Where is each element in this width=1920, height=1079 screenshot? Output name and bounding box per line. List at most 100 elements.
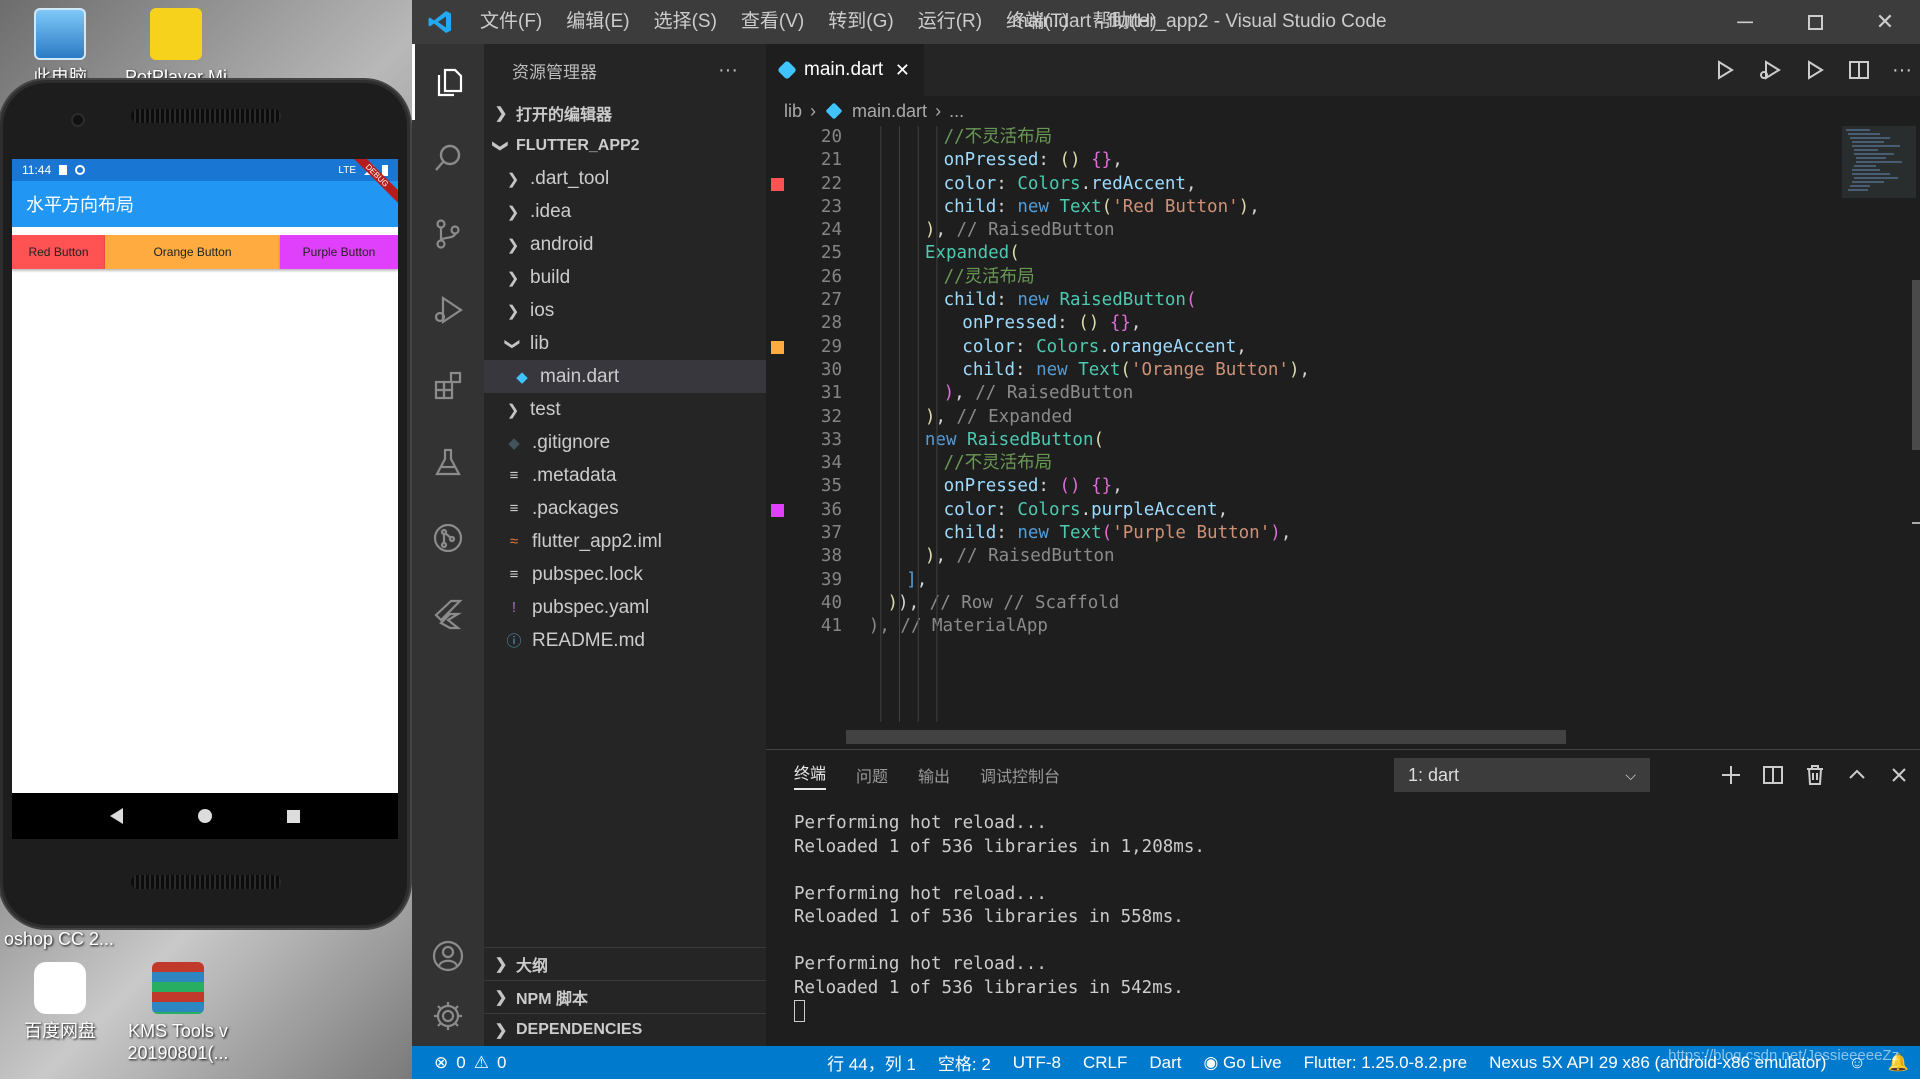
problems-status[interactable]: ⊗ 0 ⚠ 0 [412, 1053, 506, 1073]
color-swatch-icon[interactable] [771, 177, 784, 191]
device-selector[interactable]: Nexus 5X API 29 x86 (android-x86 emulato… [1478, 1047, 1899, 1073]
close-panel-icon[interactable] [1888, 764, 1910, 786]
line-number: 36 [820, 499, 842, 520]
tree-item[interactable]: ❯ android [484, 228, 766, 261]
desktop-icon-this-pc[interactable]: 此电脑 [0, 8, 120, 88]
color-swatch-icon[interactable] [771, 503, 784, 517]
tree-item[interactable]: ≡ pubspec.lock [484, 558, 766, 591]
search-icon[interactable] [412, 120, 484, 196]
source-control-icon[interactable] [412, 196, 484, 272]
purple-button[interactable]: Purple Button [280, 235, 398, 269]
tree-item[interactable]: ❯ ios [484, 294, 766, 327]
new-terminal-icon[interactable] [1720, 764, 1742, 786]
code-token: {} [1091, 150, 1113, 171]
tab-terminal[interactable]: 终端 [794, 760, 827, 790]
testing-flask-icon[interactable] [412, 424, 484, 500]
desktop-icon-kms-tools[interactable]: KMS Tools v 20190801(... [118, 962, 238, 1064]
desktop-icon-potplayer[interactable]: PotPlayer Mi [116, 8, 236, 88]
tree-item[interactable]: ≈ flutter_app2.iml [484, 525, 766, 558]
code-editor[interactable]: 20//不灵活布局 21 onPressed: () {}, 22 color: Col… [766, 126, 1876, 722]
breadcrumb-file[interactable]: main.dart [852, 101, 927, 122]
run-debug-icon[interactable] [412, 272, 484, 348]
sd-card-icon [59, 165, 68, 175]
git-graph-icon[interactable] [412, 500, 484, 576]
project-section[interactable]: ❯ FLUTTER_APP2 [484, 129, 766, 162]
terminal-select[interactable]: 1: dart ⌵ [1394, 758, 1650, 792]
cursor-position[interactable]: 行 44，列 1 [816, 1050, 927, 1075]
home-icon[interactable] [197, 809, 212, 823]
desktop-icon-baidu-netdisk[interactable]: 百度网盘 [0, 962, 120, 1042]
minimap[interactable] [1840, 126, 1920, 722]
code-token: 'Orange Button' [1130, 359, 1289, 380]
debug-run-icon[interactable] [1758, 59, 1782, 81]
tab-main-dart[interactable]: main.dart ✕ [766, 44, 924, 96]
settings-gear-icon[interactable] [412, 978, 484, 1054]
gutter [766, 289, 796, 312]
tree-item[interactable]: ≡ .metadata [484, 459, 766, 492]
panel-tabs: 终端 问题 输出 调试控制台 1: dart ⌵ [766, 750, 1920, 800]
breadcrumb-lib[interactable]: lib [784, 101, 802, 122]
line-number: 32 [820, 406, 842, 427]
flutter-icon[interactable] [412, 576, 484, 652]
menu-view[interactable]: 查看(V) [729, 0, 816, 44]
terminal-output[interactable]: Performing hot reload... Reloaded 1 of 53… [766, 800, 1920, 1036]
go-live-button[interactable]: ◉ Go Live [1192, 1053, 1292, 1073]
tree-item[interactable]: ❯ .dart_tool [484, 162, 766, 195]
breadcrumb-symbol[interactable]: ... [949, 101, 964, 122]
maximize-icon[interactable] [1780, 0, 1850, 44]
back-icon[interactable] [109, 808, 123, 824]
encoding[interactable]: UTF-8 [1002, 1053, 1072, 1073]
recents-icon[interactable] [287, 809, 301, 823]
npm-scripts-section[interactable]: ❯ NPM 脚本 [484, 980, 766, 1013]
tree-item[interactable]: ❯ .idea [484, 195, 766, 228]
tree-item[interactable]: ◆ .gitignore [484, 426, 766, 459]
menu-run[interactable]: 运行(R) [906, 0, 994, 44]
close-icon[interactable]: ✕ [1850, 0, 1920, 44]
git-file-icon: ◆ [508, 434, 520, 452]
chevron-down-icon: ⌵ [1625, 766, 1636, 783]
indentation[interactable]: 空格: 2 [927, 1050, 1002, 1075]
dependencies-section[interactable]: ❯ DEPENDENCIES [484, 1013, 766, 1046]
outline-section[interactable]: ❯ 大纲 [484, 947, 766, 980]
horizontal-scrollbar[interactable] [846, 730, 1566, 744]
desktop-icon-photoshop[interactable]: oshop CC 2... [0, 928, 120, 950]
tree-item[interactable]: ❯ build [484, 261, 766, 294]
minimize-icon[interactable]: ─ [1710, 0, 1780, 44]
chevron-right-icon: › [935, 100, 942, 121]
red-button[interactable]: Red Button [12, 235, 105, 269]
orange-button[interactable]: Orange Button [105, 235, 280, 269]
run-icon[interactable] [1714, 59, 1736, 81]
open-editors-section[interactable]: ❯ 打开的编辑器 [484, 96, 766, 129]
split-terminal-icon[interactable] [1762, 764, 1784, 786]
tree-item[interactable]: ◆ main.dart [484, 360, 766, 393]
run-without-debug-icon[interactable] [1804, 59, 1826, 81]
line-endings[interactable]: CRLF [1072, 1053, 1138, 1073]
tree-item[interactable]: ⓘ README.md [484, 624, 766, 657]
language-mode[interactable]: Dart [1138, 1053, 1192, 1073]
tab-debug-console[interactable]: 调试控制台 [980, 763, 1060, 787]
tree-item[interactable]: ! pubspec.yaml [484, 591, 766, 624]
code-token: orangeAccent [1109, 336, 1237, 357]
trash-icon[interactable] [1804, 764, 1826, 786]
tab-output[interactable]: 输出 [918, 763, 950, 787]
menu-edit[interactable]: 编辑(E) [554, 0, 641, 44]
flutter-version[interactable]: Flutter: 1.25.0-8.2.pre [1293, 1053, 1478, 1073]
text-file-icon: ≡ [509, 467, 519, 484]
menu-go[interactable]: 转到(G) [816, 0, 905, 44]
tree-item[interactable]: ≡ .packages [484, 492, 766, 525]
line-number: 23 [820, 196, 842, 217]
tree-item[interactable]: ❯ lib [484, 327, 766, 360]
maximize-panel-icon[interactable] [1846, 764, 1868, 786]
color-swatch-icon[interactable] [771, 340, 784, 354]
menu-file[interactable]: 文件(F) [468, 0, 554, 44]
tree-item[interactable]: ❯ test [484, 393, 766, 426]
close-tab-icon[interactable]: ✕ [895, 60, 910, 81]
more-actions-icon[interactable]: ··· [718, 59, 738, 82]
split-editor-icon[interactable] [1848, 59, 1870, 81]
extensions-icon[interactable] [412, 348, 484, 424]
editor-more-icon[interactable]: ··· [1892, 59, 1912, 82]
explorer-icon[interactable] [412, 44, 484, 120]
phone-screen[interactable]: 11:44 LTE DEBUG 水平方向布局 Red Button Orange… [12, 159, 398, 839]
tab-problems[interactable]: 问题 [856, 763, 888, 787]
menu-selection[interactable]: 选择(S) [642, 0, 729, 44]
